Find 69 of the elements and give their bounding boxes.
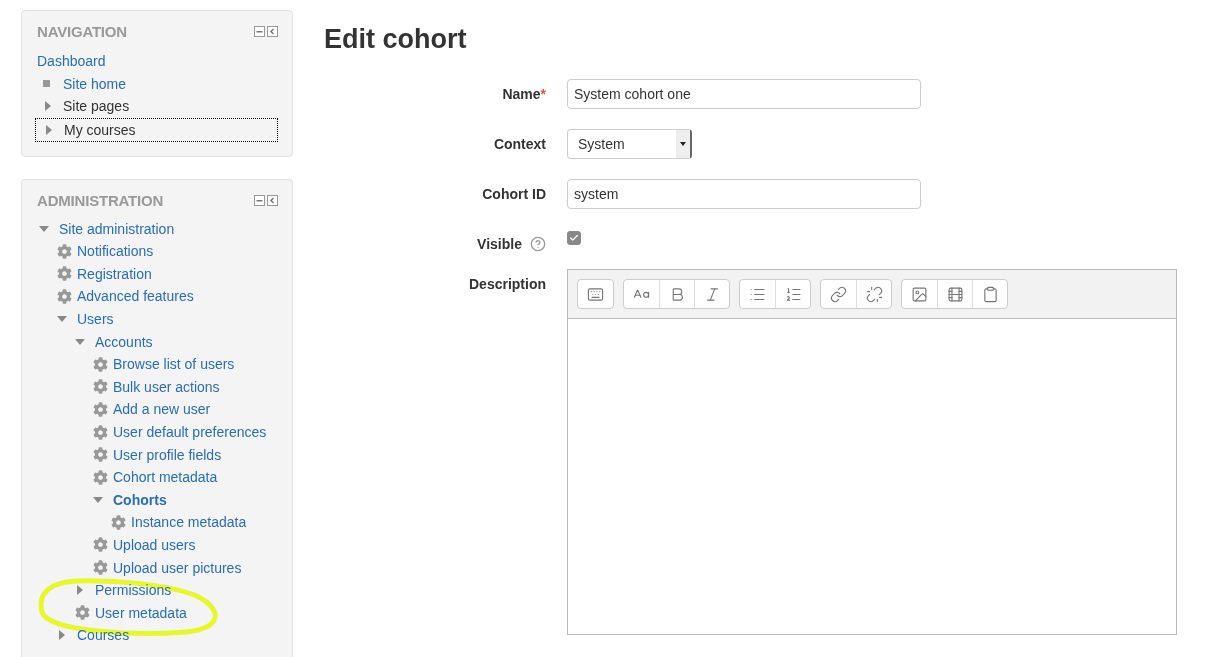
field-label: Cohort ID [482, 186, 546, 202]
minimize-icon[interactable] [254, 195, 265, 207]
gear-icon [93, 424, 108, 440]
film-icon [946, 285, 964, 303]
help-icon[interactable] [530, 236, 546, 252]
keyboard-icon [587, 285, 604, 303]
tree-item[interactable]: Upload user pictures [113, 559, 242, 576]
caret-right-icon[interactable] [43, 101, 53, 112]
gear-icon [93, 401, 108, 417]
page-title: Edit cohort [324, 24, 468, 55]
field-label: Name* [502, 86, 546, 102]
tree-item[interactable]: Add a new user [113, 401, 211, 418]
bullet-icon [43, 80, 50, 88]
tree-item[interactable]: Notifications [77, 243, 154, 260]
minimize-icon[interactable] [254, 26, 265, 37]
context-select[interactable]: System [567, 129, 692, 159]
gear-icon [57, 288, 72, 304]
field-label: Description [469, 276, 546, 292]
gear-icon [93, 537, 108, 553]
nav-item[interactable]: Dashboard [37, 53, 106, 70]
gear-icon [93, 356, 108, 372]
tree-item[interactable]: Cohort metadata [113, 469, 218, 486]
tree-item[interactable]: Bulk user actions [113, 378, 220, 395]
tree-item[interactable]: User profile fields [113, 446, 222, 463]
numbered-list-icon [784, 285, 802, 303]
nav-item[interactable]: My courses [64, 122, 136, 139]
caret-down-icon[interactable] [39, 223, 49, 234]
nav-item[interactable]: Site pages [63, 98, 130, 115]
caret-down-icon[interactable] [93, 494, 103, 505]
tree-item[interactable]: Users [77, 311, 114, 328]
tree-item[interactable]: User default preferences [113, 424, 267, 440]
field-label: Visible [477, 236, 522, 252]
gear-icon [93, 469, 108, 485]
tree-item[interactable]: Registration [77, 265, 152, 282]
tree-item[interactable]: Cohorts [113, 491, 167, 508]
caret-down-icon [676, 130, 690, 158]
tree-item[interactable]: Permissions [95, 582, 172, 599]
block-title: ADMINISTRATION [37, 192, 164, 210]
tree-item[interactable]: Advanced features [77, 288, 194, 305]
caret-down-icon[interactable] [75, 336, 85, 347]
caret-right-icon[interactable] [57, 630, 67, 641]
block-title: NAVIGATION [37, 23, 127, 40]
tree-item[interactable]: Site administration [59, 220, 175, 237]
tree-item[interactable]: User metadata [95, 604, 187, 621]
tree-item[interactable]: Upload users [113, 537, 196, 553]
dock-icon[interactable] [267, 195, 278, 207]
gear-icon [93, 447, 108, 463]
gear-icon [93, 560, 108, 576]
text-input[interactable]: system [567, 179, 921, 209]
gear-icon [111, 514, 126, 530]
nav-item[interactable]: Site home [63, 75, 127, 92]
tree-item[interactable]: Accounts [95, 333, 153, 350]
link-icon [830, 285, 847, 303]
tree-item[interactable]: Instance metadata [131, 514, 247, 531]
tree-item[interactable]: Browse list of users [113, 356, 235, 373]
gear-icon [75, 605, 90, 621]
gear-icon [93, 379, 108, 395]
image-icon [911, 285, 928, 303]
dock-icon[interactable] [267, 26, 278, 37]
clipboard-icon [981, 285, 999, 303]
text-input[interactable]: System cohort one [567, 79, 921, 109]
unlink-icon [865, 285, 883, 303]
field-label: Context [493, 136, 546, 152]
caret-right-icon[interactable] [44, 125, 54, 136]
gear-icon [57, 243, 72, 259]
caret-right-icon[interactable] [75, 585, 85, 596]
gear-icon [57, 266, 72, 282]
check-icon [569, 233, 579, 243]
checkbox[interactable] [567, 231, 581, 245]
